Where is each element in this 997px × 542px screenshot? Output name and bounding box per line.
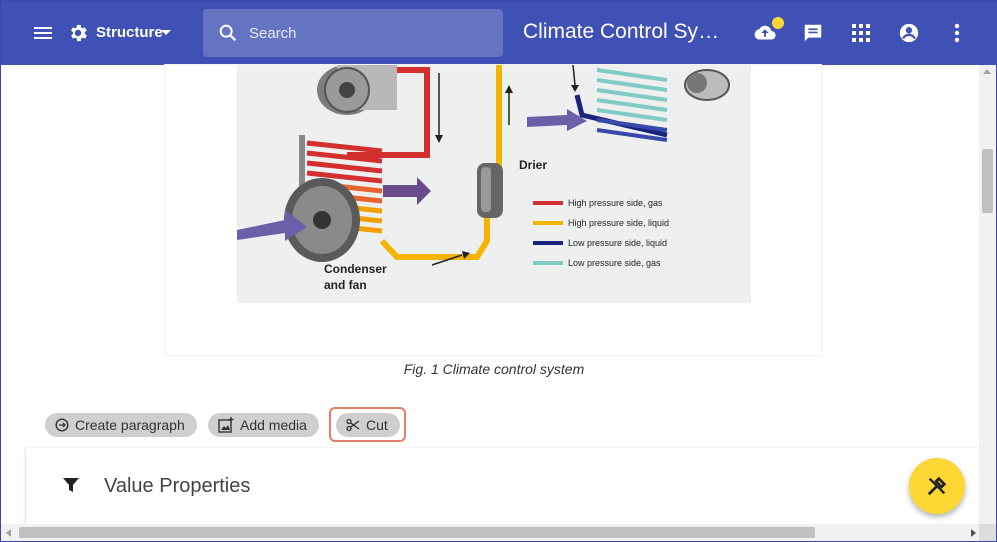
create-paragraph-label: Create paragraph xyxy=(75,417,185,433)
add-photo-icon xyxy=(218,417,234,433)
menu-icon[interactable] xyxy=(31,21,55,45)
horizontal-scroll-thumb[interactable] xyxy=(19,527,815,538)
apps-icon[interactable] xyxy=(849,21,873,45)
chat-icon[interactable] xyxy=(801,21,825,45)
more-vert-icon[interactable] xyxy=(945,21,969,45)
add-media-label: Add media xyxy=(240,417,307,433)
horizontal-scrollbar[interactable] xyxy=(1,524,981,541)
compressor-icon xyxy=(317,65,397,115)
scroll-right-arrow[interactable] xyxy=(971,529,976,537)
legend-item: Low pressure side, liquid xyxy=(568,238,667,248)
scrollbar-corner xyxy=(979,524,996,541)
drier-label: Drier xyxy=(519,158,547,172)
page-title: Climate Control System xyxy=(523,20,728,43)
cut-button[interactable]: Cut xyxy=(336,413,400,437)
condenser-label-1: Condenser xyxy=(324,262,387,276)
scroll-left-arrow[interactable] xyxy=(6,529,11,537)
scroll-up-arrow[interactable] xyxy=(983,69,991,74)
legend-item: Low pressure side, gas xyxy=(568,258,661,268)
vertical-scroll-thumb[interactable] xyxy=(982,149,993,213)
search-icon[interactable] xyxy=(217,22,239,49)
climate-diagram-image[interactable]: Drier Condenser and fan High pressure si… xyxy=(237,65,751,303)
chevron-down-icon[interactable] xyxy=(161,30,171,35)
panel-title: Value Properties xyxy=(104,475,251,497)
vertical-scrollbar[interactable] xyxy=(979,65,996,525)
app-bar: Structure Climate Control System xyxy=(1,1,997,65)
notification-dot xyxy=(772,17,784,29)
add-media-button[interactable]: Add media xyxy=(208,413,319,437)
scissors-icon xyxy=(346,418,360,432)
filter-icon xyxy=(62,476,80,499)
gear-icon[interactable] xyxy=(66,21,90,45)
add-circle-icon xyxy=(55,418,69,432)
condenser-label-2: and fan xyxy=(324,278,367,292)
cut-label: Cut xyxy=(366,417,388,433)
tools-fab-button[interactable] xyxy=(909,458,965,514)
evaporator-coils xyxy=(596,68,668,142)
search-input[interactable] xyxy=(249,21,489,45)
tools-icon xyxy=(927,476,947,496)
account-circle-icon[interactable] xyxy=(897,21,921,45)
drier-icon xyxy=(477,163,503,218)
search-box[interactable] xyxy=(203,9,503,57)
legend-item: High pressure side, liquid xyxy=(568,218,669,228)
blower-icon xyxy=(684,69,730,101)
create-paragraph-button[interactable]: Create paragraph xyxy=(45,413,197,437)
structure-dropdown[interactable]: Structure xyxy=(96,24,163,41)
value-properties-panel[interactable]: Value Properties xyxy=(26,448,980,526)
legend-item: High pressure side, gas xyxy=(568,198,663,208)
legend: High pressure side, gas High pressure si… xyxy=(533,198,669,268)
figure-caption: Fig. 1 Climate control system xyxy=(403,361,585,377)
